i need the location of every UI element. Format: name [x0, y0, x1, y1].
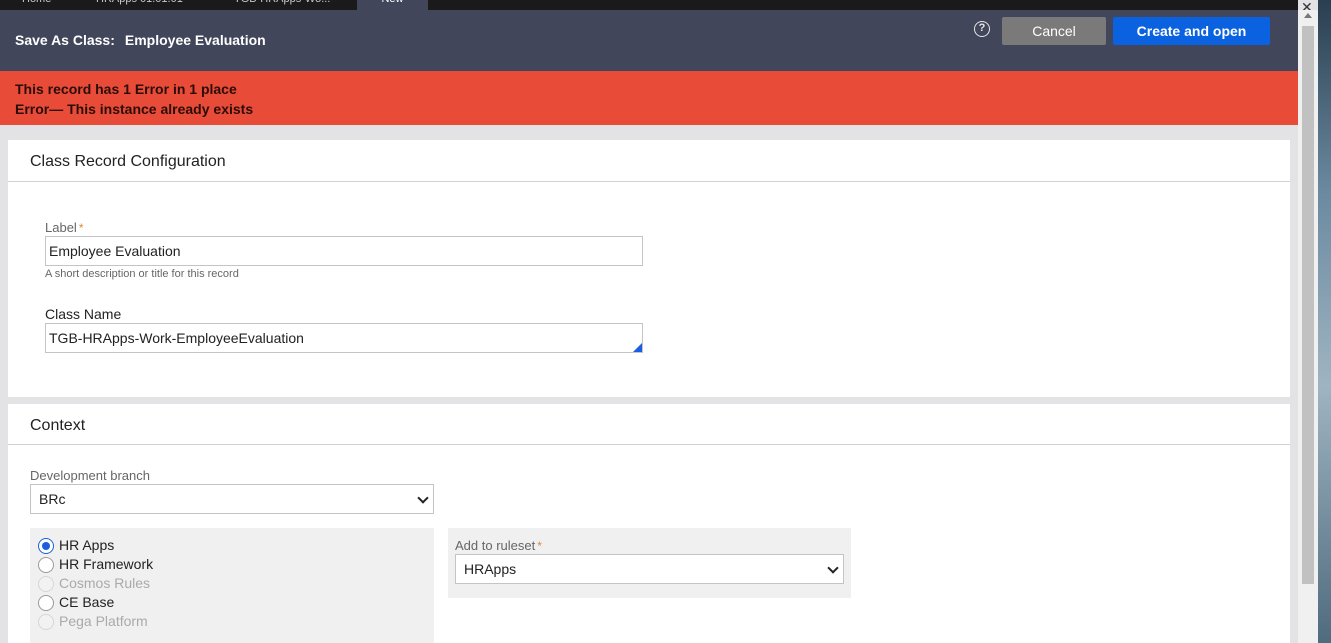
required-marker: * — [78, 221, 84, 235]
cancel-button[interactable]: Cancel — [1002, 17, 1106, 45]
add-to-ruleset-label: Add to ruleset * — [455, 538, 542, 553]
radio-checked-icon — [38, 538, 54, 554]
radio-disabled-icon — [38, 576, 54, 592]
label-field-label-text: Label — [45, 220, 77, 235]
scroll-up-icon[interactable] — [1304, 13, 1312, 18]
branch-label: Development branch — [30, 468, 150, 483]
tab-hrapps[interactable]: HRApps 01.01.01 — [86, 0, 193, 10]
label-hint: A short description or title for this re… — [45, 268, 239, 280]
radio-label: CE Base — [59, 594, 115, 610]
page-title-prefix: Save As Class: — [15, 32, 115, 48]
branch-select[interactable]: BRc — [30, 484, 434, 514]
required-marker: * — [537, 539, 542, 553]
error-message: Error— This instance already exists — [15, 101, 254, 117]
desktop-background — [1318, 0, 1331, 643]
class-name-label: Class Name — [45, 306, 122, 322]
radio-label: HR Apps — [59, 537, 115, 553]
chevron-down-icon — [417, 492, 429, 504]
scroll-thumb[interactable] — [1302, 26, 1314, 584]
tab-new[interactable]: New — [357, 0, 428, 10]
vertical-scrollbar[interactable] — [1298, 10, 1318, 643]
page-title: Save As Class: Employee Evaluation — [15, 32, 266, 48]
section-title-config: Class Record Configuration — [30, 153, 226, 170]
error-banner: This record has 1 Error in 1 place Error… — [0, 71, 1298, 125]
form-header: Save As Class: Employee Evaluation ? Canc… — [0, 10, 1298, 71]
ruleset-value: HRApps — [464, 561, 517, 577]
ruleset-radio-group: HR Apps HR Framework Cosmos Rules CE Bas… — [30, 528, 434, 643]
add-to-ruleset-box: Add to ruleset * HRApps — [448, 528, 851, 598]
resize-handle-icon[interactable] — [633, 343, 642, 352]
tab-strip: Home HRApps 01.01.01 TGB-HRApps-Wo... Ne… — [0, 0, 1298, 10]
tab-home[interactable]: Home — [12, 0, 61, 10]
divider — [8, 181, 1290, 182]
tab-class-record[interactable]: TGB-HRApps-Wo... — [224, 0, 340, 10]
branch-value: BRc — [39, 491, 66, 507]
chevron-down-icon — [827, 562, 839, 574]
ruleset-select[interactable]: HRApps — [455, 554, 844, 584]
section-title-context: Context — [30, 417, 86, 434]
radio-label: Cosmos Rules — [59, 575, 151, 591]
label-input[interactable]: Employee Evaluation — [45, 236, 643, 266]
radio-disabled-icon — [38, 614, 54, 630]
add-to-ruleset-label-text: Add to ruleset — [455, 538, 536, 553]
divider — [8, 444, 1290, 445]
radio-label: HR Framework — [59, 556, 154, 572]
class-config-panel: Class Record Configuration Label * Employ… — [8, 140, 1290, 397]
radio-label: Pega Platform — [59, 613, 148, 629]
error-summary: This record has 1 Error in 1 place — [15, 81, 237, 97]
label-field-label: Label * — [45, 220, 83, 235]
question-circle-icon[interactable]: ? — [974, 21, 990, 37]
class-name-value: TGB-HRApps-Work-EmployeeEvaluation — [49, 330, 304, 346]
page-title-name: Employee Evaluation — [124, 32, 266, 48]
class-name-input[interactable]: TGB-HRApps-Work-EmployeeEvaluation — [45, 323, 643, 353]
radio-unchecked-icon — [38, 557, 54, 573]
context-panel: Context Development branch BRc HR Apps H… — [8, 404, 1290, 643]
create-and-open-button[interactable]: Create and open — [1113, 17, 1270, 45]
radio-unchecked-icon — [38, 595, 54, 611]
